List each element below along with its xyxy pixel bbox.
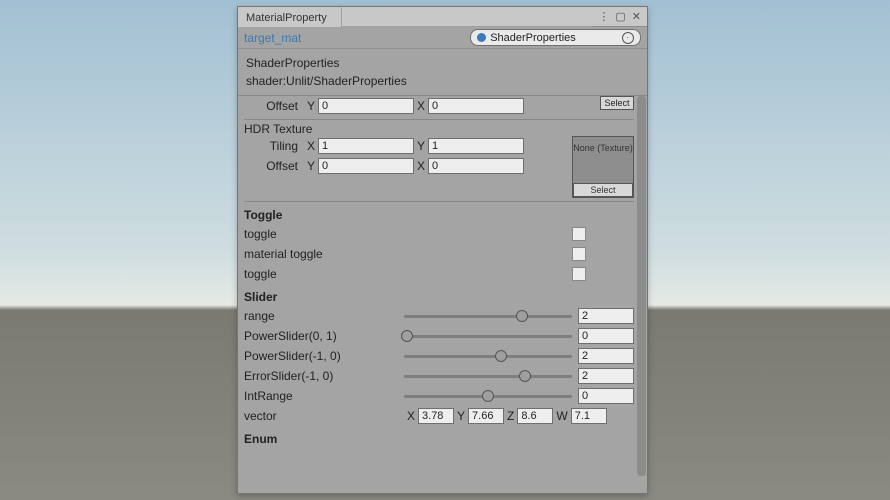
axis-x-label: X (304, 139, 318, 153)
slider-psm10-row: PowerSlider(-1, 0) (244, 346, 634, 366)
axis-y-label: Y (304, 159, 318, 173)
slider-err-value[interactable] (578, 368, 634, 384)
axis-y-label: Y (304, 99, 318, 113)
object-type-icon (477, 33, 486, 42)
toggle-label-0: toggle (244, 227, 404, 241)
target-mat-label[interactable]: target_mat (244, 31, 301, 45)
slider-intr-track[interactable] (404, 395, 572, 398)
toggle-row-0: toggle (244, 224, 634, 244)
hdr-texture-label: HDR Texture (244, 122, 312, 136)
slider-ps01-row: PowerSlider(0, 1) (244, 326, 634, 346)
offset-label: Offset (244, 99, 304, 113)
tiling-label: Tiling (244, 139, 304, 153)
tab-spacer (342, 7, 593, 27)
vector-z-input[interactable] (517, 408, 553, 424)
scrollbar[interactable] (636, 96, 647, 493)
axis-x-label: X (407, 409, 415, 423)
toggle-checkbox-1[interactable] (572, 247, 586, 261)
slider-range-knob[interactable] (516, 310, 528, 322)
menu-icon[interactable]: ⋮ (598, 10, 609, 23)
axis-w-label: W (556, 409, 567, 423)
shader-path: shader:Unlit/ShaderProperties (246, 72, 639, 90)
slider-psm10-label: PowerSlider(-1, 0) (244, 349, 404, 363)
texture-slot-text: None (Texture) (573, 143, 633, 153)
axis-x-label: X (414, 159, 428, 173)
toggle-row-2: toggle (244, 264, 634, 284)
slider-err-knob[interactable] (519, 370, 531, 382)
window-title: MaterialProperty (246, 12, 327, 24)
hdr-texture-label-row: HDR Texture (244, 120, 634, 136)
slider-range-row: range (244, 306, 634, 326)
material-property-window: MaterialProperty ⋮ ▢ ✕ target_mat Shader… (237, 6, 648, 494)
texture-top-fields: Offset Y X (244, 96, 572, 116)
slider-err-track[interactable] (404, 375, 572, 378)
slider-psm10-value[interactable] (578, 348, 634, 364)
slider-err-row: ErrorSlider(-1, 0) (244, 366, 634, 386)
content-area: Offset Y X Select HDR Texture (238, 96, 636, 493)
texture-block-hdr: Tiling X Y Offset Y X (244, 136, 634, 202)
select-button-top[interactable]: Select (600, 96, 634, 110)
object-field[interactable]: ShaderProperties (470, 29, 641, 46)
texture-block-top: Offset Y X Select (244, 96, 634, 120)
slider-ps01-value[interactable] (578, 328, 634, 344)
vector-row: vector X Y Z W (244, 406, 634, 426)
slider-range-track[interactable] (404, 315, 572, 318)
object-picker-icon[interactable] (622, 32, 634, 44)
axis-y-label: Y (457, 409, 465, 423)
vector-y-input[interactable] (468, 408, 504, 424)
offset-label: Offset (244, 159, 304, 173)
enum-header: Enum (244, 426, 634, 448)
titlebar: MaterialProperty ⋮ ▢ ✕ (238, 7, 647, 27)
slider-err-label: ErrorSlider(-1, 0) (244, 369, 404, 383)
toggle-header: Toggle (244, 202, 634, 224)
vector-x-input[interactable] (418, 408, 454, 424)
slider-header: Slider (244, 284, 634, 306)
slider-ps01-label: PowerSlider(0, 1) (244, 329, 404, 343)
maximize-icon[interactable]: ▢ (615, 10, 625, 23)
select-button-hdr[interactable]: Select (573, 183, 633, 197)
window-controls: ⋮ ▢ ✕ (592, 10, 647, 23)
hdr-fields: Tiling X Y Offset Y X (244, 136, 572, 176)
scrollbar-thumb[interactable] (637, 96, 646, 476)
slider-intr-label: IntRange (244, 389, 404, 403)
slider-ps01-track[interactable] (404, 335, 572, 338)
axis-y-label: Y (414, 139, 428, 153)
tiling-y-input[interactable] (428, 138, 524, 154)
toggle-checkbox-2[interactable] (572, 267, 586, 281)
shader-header: ShaderProperties shader:Unlit/ShaderProp… (238, 49, 647, 96)
toggle-row-1: material toggle (244, 244, 634, 264)
axis-z-label: Z (507, 409, 514, 423)
slider-intr-row: IntRange (244, 386, 634, 406)
offset-row-top: Offset Y X (244, 96, 572, 116)
object-field-value: ShaderProperties (490, 32, 576, 44)
offset-y-input[interactable] (318, 98, 414, 114)
axis-x-label: X (414, 99, 428, 113)
offset-y-input[interactable] (318, 158, 414, 174)
shader-name: ShaderProperties (246, 54, 639, 72)
target-row: target_mat ShaderProperties (238, 27, 647, 49)
toggle-label-2: toggle (244, 267, 404, 281)
toggle-label-1: material toggle (244, 247, 404, 261)
slider-intr-value[interactable] (578, 388, 634, 404)
close-icon[interactable]: ✕ (632, 10, 641, 23)
offset-x-input[interactable] (428, 158, 524, 174)
offset-x-input[interactable] (428, 98, 524, 114)
slider-ps01-knob[interactable] (401, 330, 413, 342)
slider-intr-knob[interactable] (482, 390, 494, 402)
toggle-checkbox-0[interactable] (572, 227, 586, 241)
vector-w-input[interactable] (571, 408, 607, 424)
tiling-row: Tiling X Y (244, 136, 572, 156)
vector-label: vector (244, 409, 404, 423)
offset-row-hdr: Offset Y X (244, 156, 572, 176)
tiling-x-input[interactable] (318, 138, 414, 154)
texture-top-slot: Select (572, 96, 634, 110)
slider-range-value[interactable] (578, 308, 634, 324)
slider-psm10-knob[interactable] (495, 350, 507, 362)
slider-range-label: range (244, 309, 404, 323)
slider-psm10-track[interactable] (404, 355, 572, 358)
hdr-texture-slot[interactable]: None (Texture) Select (572, 136, 634, 198)
window-body: Offset Y X Select HDR Texture (238, 96, 647, 493)
scene-background: MaterialProperty ⋮ ▢ ✕ target_mat Shader… (0, 0, 890, 500)
window-tab[interactable]: MaterialProperty (238, 7, 342, 27)
